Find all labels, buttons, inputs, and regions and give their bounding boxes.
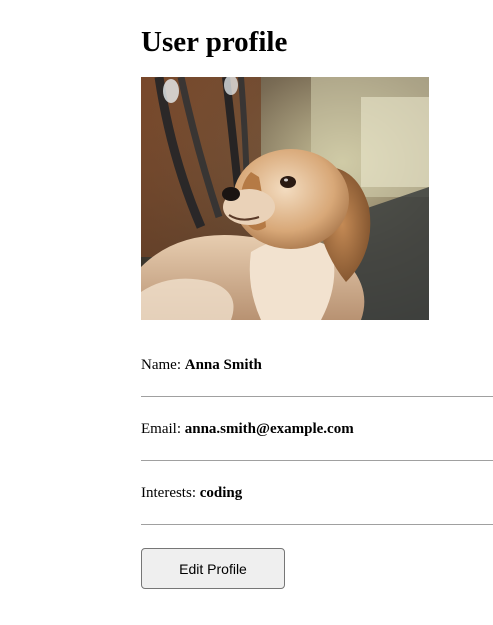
email-value: anna.smith@example.com xyxy=(184,421,354,437)
divider xyxy=(141,460,493,461)
email-label: Email: xyxy=(141,421,185,437)
interests-label: Interests: xyxy=(141,485,200,501)
edit-profile-button[interactable]: Edit Profile xyxy=(141,548,285,589)
divider xyxy=(141,524,493,525)
divider xyxy=(141,396,493,397)
email-field: Email: anna.smith@example.com xyxy=(141,420,493,438)
dog-photo-image xyxy=(141,77,429,320)
interests-field: Interests: coding xyxy=(141,484,493,502)
page-title: User profile xyxy=(141,26,288,58)
profile-photo xyxy=(141,77,429,320)
interests-value: coding xyxy=(199,485,243,501)
name-value: Anna Smith xyxy=(184,357,262,373)
name-label: Name: xyxy=(141,357,185,373)
name-field: Name: Anna Smith xyxy=(141,356,493,374)
